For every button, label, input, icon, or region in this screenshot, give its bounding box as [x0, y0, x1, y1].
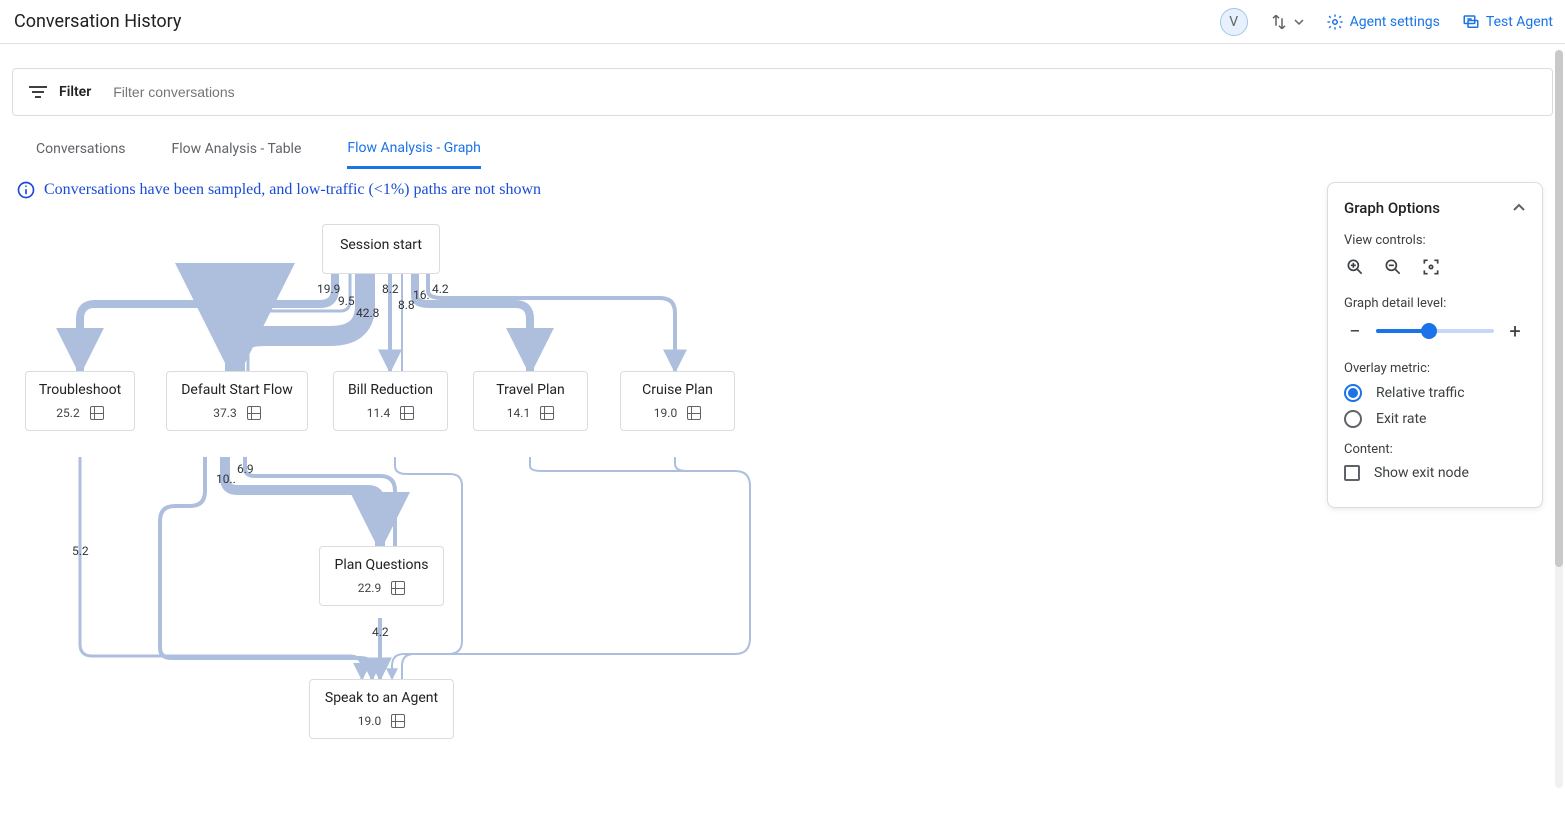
view-controls: [1344, 256, 1526, 278]
panel-header[interactable]: Graph Options: [1344, 199, 1526, 217]
edge-label: 4.2: [432, 282, 449, 296]
chevron-down-icon: [1294, 17, 1304, 27]
node-metric: 37.3: [213, 406, 260, 420]
list-icon: [687, 406, 701, 420]
node-travel-plan[interactable]: Travel Plan 14.1: [473, 371, 588, 431]
edge-label: 16.: [413, 288, 430, 302]
node-plan-questions[interactable]: Plan Questions 22.9: [319, 546, 444, 606]
node-speak-agent[interactable]: Speak to an Agent 19.0: [309, 679, 454, 739]
node-cruise-plan[interactable]: Cruise Plan 19.0: [620, 371, 735, 431]
test-agent-button[interactable]: Test Agent: [1462, 13, 1553, 31]
filter-text: Filter: [59, 84, 91, 100]
node-metric: 11.4: [367, 406, 414, 420]
plus-icon[interactable]: +: [1504, 319, 1526, 343]
graph-options-panel: Graph Options View controls: Graph detai…: [1327, 182, 1543, 508]
node-bill-reduction[interactable]: Bill Reduction 11.4: [333, 371, 448, 431]
tab-conversations[interactable]: Conversations: [36, 141, 125, 167]
node-title: Troubleshoot: [39, 382, 121, 398]
filter-bar: Filter: [12, 68, 1553, 116]
agent-settings-button[interactable]: Agent settings: [1326, 13, 1440, 31]
page-title: Conversation History: [14, 11, 181, 32]
edge-label: 8.2: [382, 282, 399, 296]
node-session-start[interactable]: Session start: [322, 224, 440, 274]
radio-exit-rate[interactable]: Exit rate: [1344, 410, 1526, 428]
filter-icon: [29, 85, 47, 99]
edge-label: 9.5: [338, 294, 355, 308]
header-actions: V Agent settings Test Agent: [1220, 8, 1553, 36]
list-icon: [247, 406, 261, 420]
chat-icon: [1462, 13, 1480, 31]
checkbox-show-exit-node[interactable]: Show exit node: [1344, 465, 1526, 481]
edge-label: 4.2: [372, 625, 389, 639]
filter-input[interactable]: [111, 83, 1536, 101]
edge-label: 10..: [216, 472, 236, 486]
minus-icon[interactable]: −: [1344, 319, 1366, 343]
node-title: Plan Questions: [335, 557, 429, 573]
list-icon: [90, 406, 104, 420]
graph-detail-label: Graph detail level:: [1344, 296, 1526, 311]
list-icon: [540, 406, 554, 420]
node-title: Speak to an Agent: [325, 690, 438, 706]
tabs: Conversations Flow Analysis - Table Flow…: [0, 134, 1565, 174]
tab-flow-table[interactable]: Flow Analysis - Table: [171, 141, 301, 167]
swap-icon[interactable]: [1270, 13, 1304, 31]
list-icon: [391, 581, 405, 595]
scrollbar-thumb[interactable]: [1555, 50, 1563, 567]
node-metric: 25.2: [56, 406, 103, 420]
node-troubleshoot[interactable]: Troubleshoot 25.2: [25, 371, 135, 431]
checkbox-icon: [1344, 465, 1360, 481]
info-icon: [16, 180, 36, 200]
tab-flow-graph[interactable]: Flow Analysis - Graph: [347, 140, 481, 169]
radio-icon: [1344, 384, 1362, 402]
node-title: Session start: [340, 237, 422, 253]
node-metric: 14.1: [507, 406, 554, 420]
agent-settings-label: Agent settings: [1350, 14, 1440, 30]
chevron-up-icon: [1512, 201, 1526, 215]
info-banner-text: Conversations have been sampled, and low…: [44, 181, 541, 199]
edges-layer: [0, 206, 1000, 826]
panel-title: Graph Options: [1344, 199, 1440, 217]
detail-slider[interactable]: − +: [1344, 319, 1526, 343]
filter-label-group: Filter: [29, 84, 91, 100]
slider-thumb[interactable]: [1421, 323, 1437, 339]
radio-relative-traffic[interactable]: Relative traffic: [1344, 384, 1526, 402]
node-metric: 22.9: [358, 581, 405, 595]
node-metric: 19.0: [654, 406, 701, 420]
list-icon: [400, 406, 414, 420]
overlay-metric-label: Overlay metric:: [1344, 361, 1526, 376]
edge-label: 42.8: [356, 306, 379, 320]
content-label: Content:: [1344, 442, 1526, 457]
avatar[interactable]: V: [1220, 8, 1248, 36]
node-title: Travel Plan: [496, 382, 564, 398]
edge-label: 5.2: [72, 544, 89, 558]
view-controls-label: View controls:: [1344, 233, 1526, 248]
node-title: Bill Reduction: [348, 382, 433, 398]
test-agent-label: Test Agent: [1486, 14, 1553, 30]
radio-icon: [1344, 410, 1362, 428]
node-title: Default Start Flow: [181, 382, 293, 398]
zoom-out-icon[interactable]: [1382, 256, 1404, 278]
node-metric: 19.0: [358, 714, 405, 728]
slider-track[interactable]: [1376, 329, 1494, 333]
fit-screen-icon[interactable]: [1420, 256, 1442, 278]
vertical-scrollbar[interactable]: [1555, 50, 1563, 788]
list-icon: [391, 714, 405, 728]
edge-label: 19.9: [317, 282, 340, 296]
node-title: Cruise Plan: [642, 382, 713, 398]
edge-label: 6.9: [237, 462, 254, 476]
gear-icon: [1326, 13, 1344, 31]
zoom-in-icon[interactable]: [1344, 256, 1366, 278]
node-default-start-flow[interactable]: Default Start Flow 37.3: [166, 371, 308, 431]
header: Conversation History V Agent settings Te…: [0, 0, 1565, 44]
